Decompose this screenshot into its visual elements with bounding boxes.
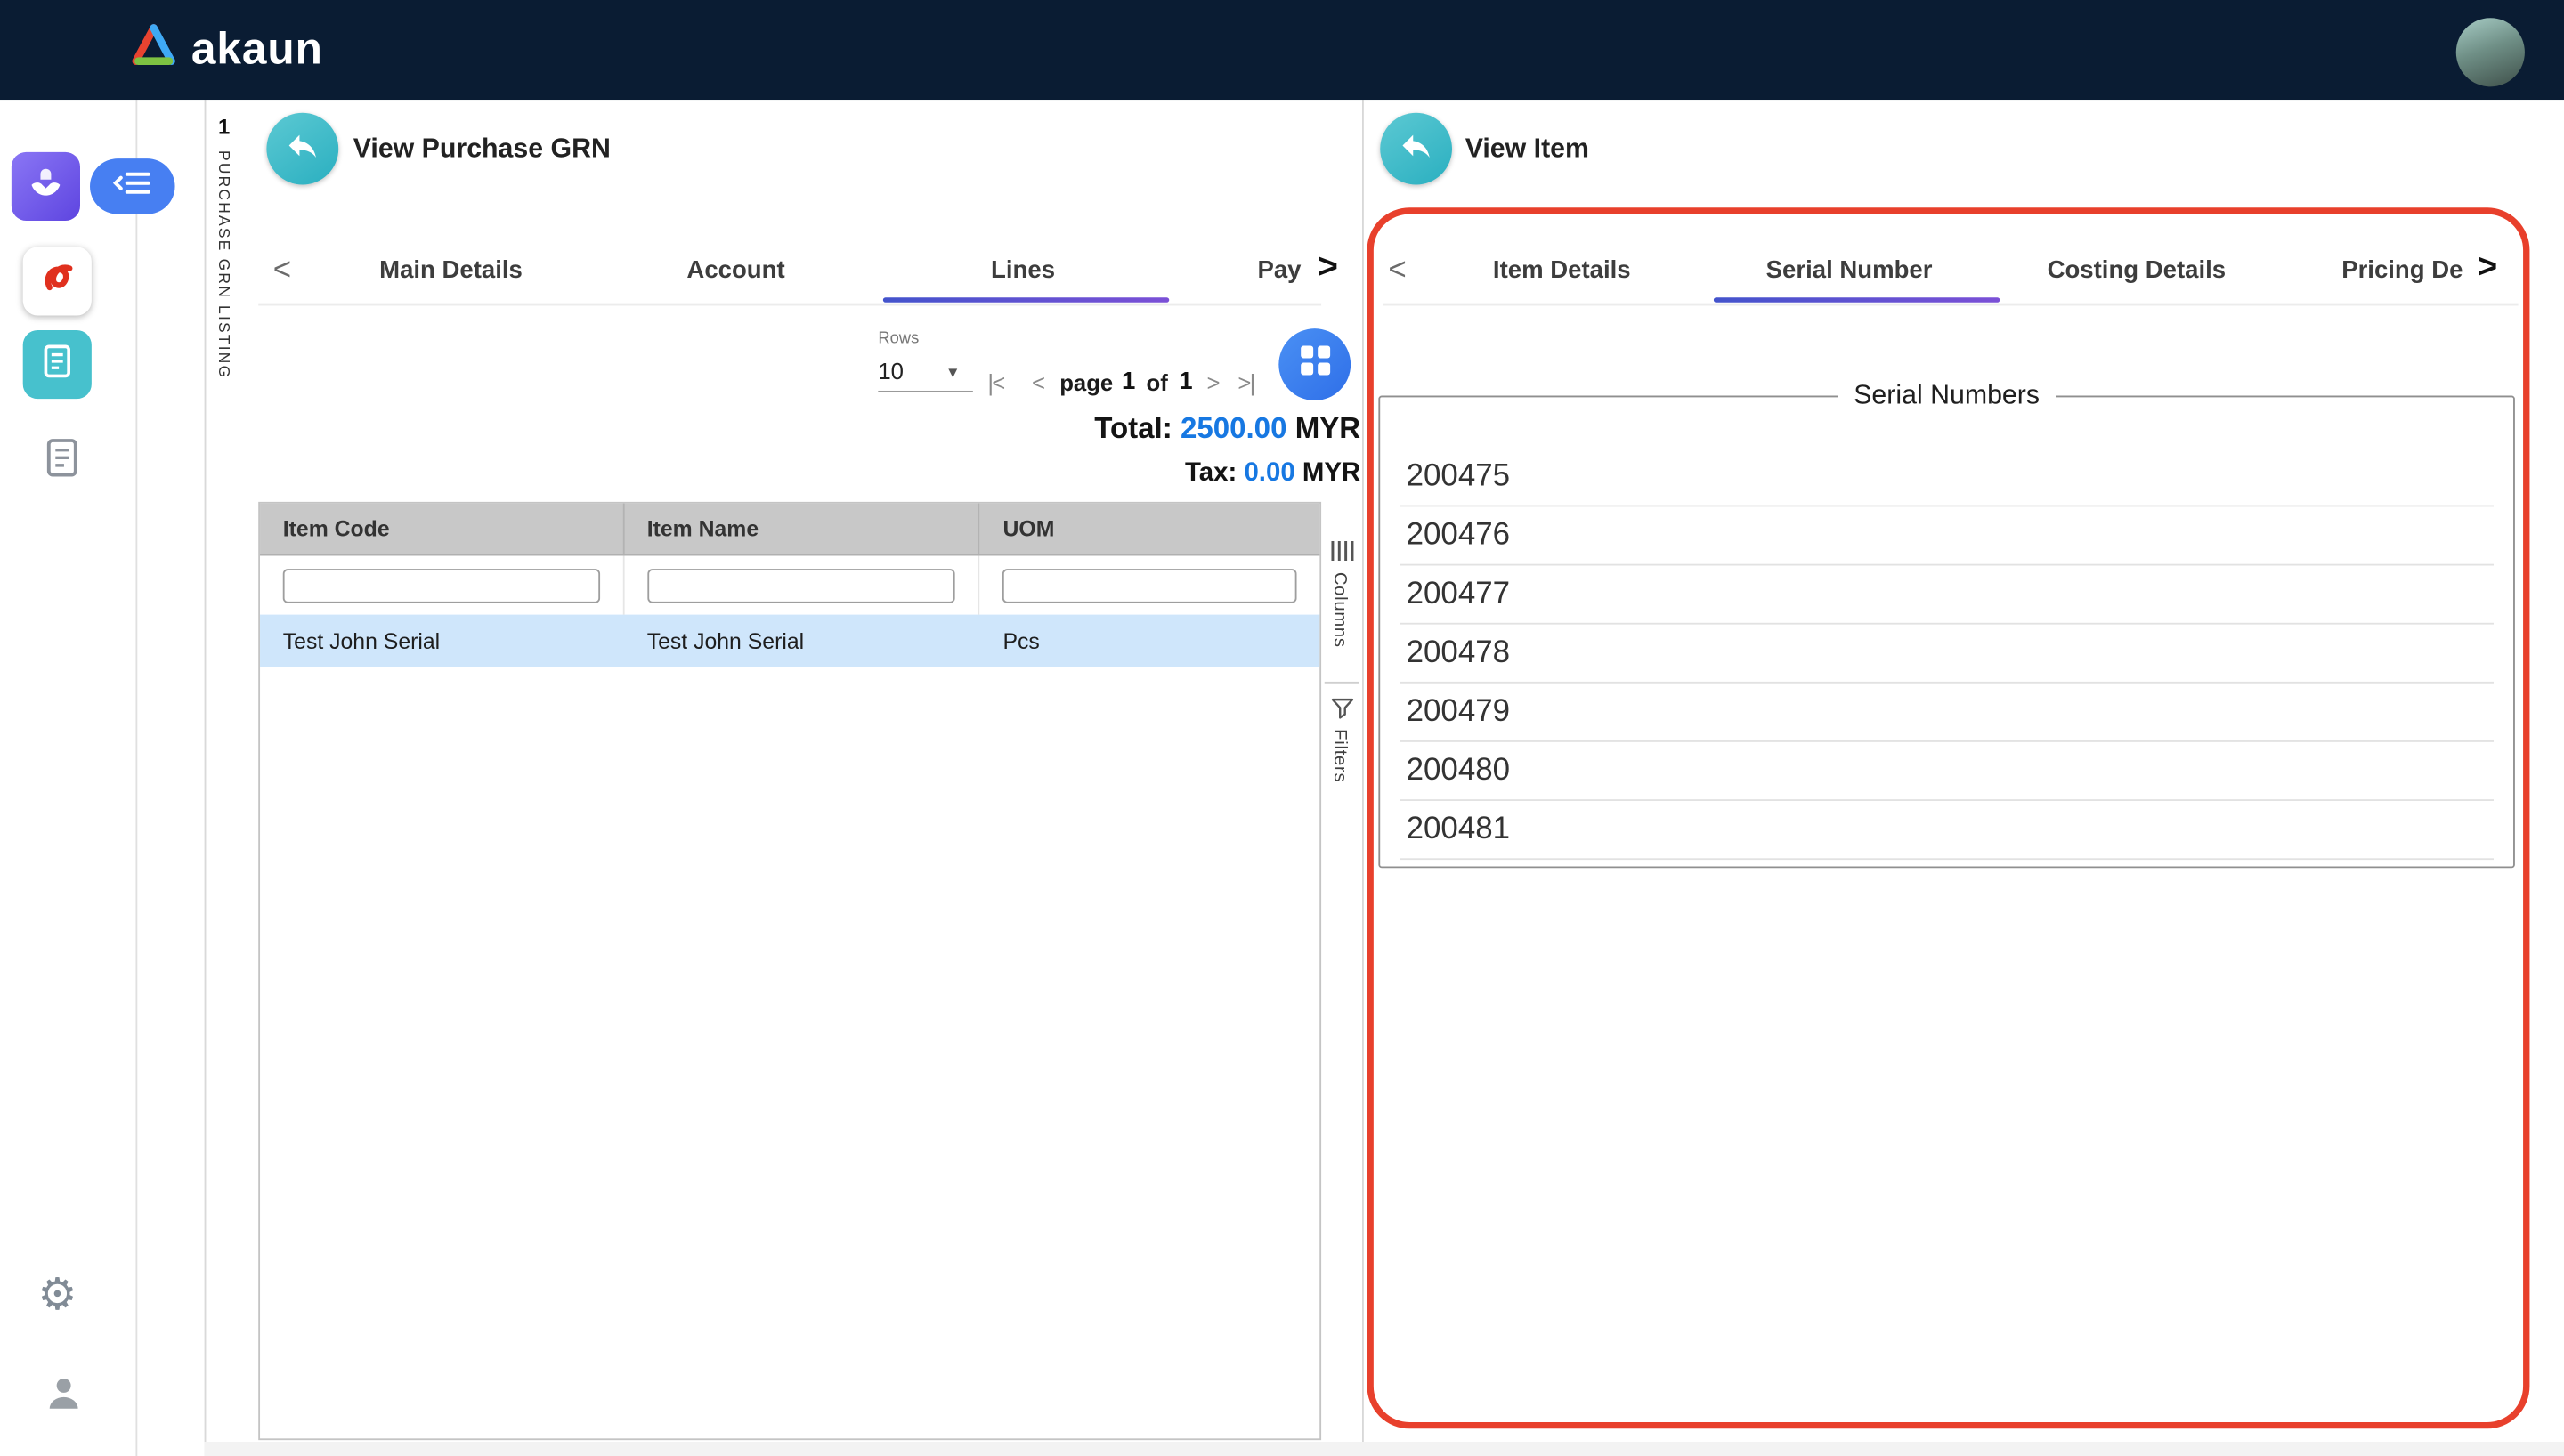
grid-icon <box>1299 345 1330 384</box>
serial-number-item: 200478 <box>1400 625 2495 684</box>
back-button-grn[interactable] <box>266 112 339 185</box>
filter-funnel-icon[interactable] <box>1331 698 1354 727</box>
sidebar-item-procurement[interactable] <box>11 151 80 221</box>
brand-logo[interactable]: akaun <box>127 21 323 77</box>
tab-divider-item <box>1383 303 2519 306</box>
table-filter-row <box>260 555 1320 615</box>
strip-divider <box>1324 681 1359 684</box>
panel-divider <box>1361 100 1364 1456</box>
serial-numbers-legend: Serial Numbers <box>1854 380 2041 411</box>
tab-divider-grn <box>258 303 1322 306</box>
serial-number-item: 200475 <box>1400 448 2495 507</box>
workspace-tab-label: PURCHASE GRN LISTING <box>214 150 232 380</box>
tab-pricing-details[interactable]: Pricing Det <box>2341 256 2463 284</box>
tab-serial-number-active[interactable]: Serial Number <box>1766 256 1933 284</box>
cell-item-name: Test John Serial <box>646 628 805 653</box>
top-bar: akaun <box>0 0 2564 101</box>
rail-divider <box>204 100 207 1456</box>
rows-label: Rows <box>878 330 920 349</box>
tax-label: Tax: <box>1185 459 1237 488</box>
column-header-item-code[interactable]: Item Code <box>260 503 624 554</box>
lines-table: Item Code Item Name UOM Test John Serial… <box>258 501 1322 1441</box>
filter-input-item-name[interactable] <box>646 568 956 603</box>
tabs-scroll-right-item[interactable]: > <box>2478 248 2498 287</box>
tabs-scroll-right-grn[interactable]: > <box>1318 248 1338 287</box>
rows-select-underline <box>878 390 973 392</box>
total-currency: MYR <box>1294 411 1361 445</box>
tab-costing-details[interactable]: Costing Details <box>2048 256 2227 284</box>
caret-down-icon[interactable]: ▾ <box>948 361 957 383</box>
page-word: page <box>1059 369 1114 396</box>
screen: akaun ⚙ 1 PURCHASE GRN LISTING View Purc… <box>0 0 2564 1456</box>
tab-lines-active[interactable]: Lines <box>991 256 1055 284</box>
cell-item-code: Test John Serial <box>282 628 441 653</box>
table-header-row: Item Code Item Name UOM <box>260 503 1320 556</box>
rows-per-page-select[interactable]: 10 <box>878 358 904 384</box>
active-tab-underline-item <box>1713 297 2000 303</box>
page-title-item: View Item <box>1465 133 1589 164</box>
brand-name: akaun <box>191 23 323 73</box>
tabs-scroll-left-grn[interactable]: < <box>273 254 291 289</box>
tax-amount: Tax: 0.00 MYR <box>736 459 1361 489</box>
cell-uom: Pcs <box>1002 628 1040 653</box>
serial-number-item: 200476 <box>1400 506 2495 566</box>
of-word: of <box>1146 369 1168 396</box>
settings-button[interactable]: ⚙ <box>37 1273 77 1318</box>
tab-account[interactable]: Account <box>686 256 784 284</box>
support-button[interactable] <box>43 1371 85 1422</box>
table-row[interactable]: Test John Serial Test John Serial Pcs <box>260 614 1320 667</box>
first-page-button[interactable]: |< <box>987 369 1005 395</box>
total-pages: 1 <box>1179 368 1193 396</box>
tabs-scroll-left-item[interactable]: < <box>1388 254 1406 289</box>
current-page: 1 <box>1121 368 1136 396</box>
tab-main-details[interactable]: Main Details <box>379 256 523 284</box>
serial-number-item: 200481 <box>1400 801 2495 861</box>
back-arrow-icon <box>285 126 320 171</box>
grid-view-button[interactable] <box>1278 328 1351 400</box>
page-title-grn: View Purchase GRN <box>353 133 611 164</box>
document-outline-icon <box>39 439 85 487</box>
app-root: akaun ⚙ 1 PURCHASE GRN LISTING View Purc… <box>0 0 2564 1456</box>
filter-input-item-code[interactable] <box>282 568 600 603</box>
filters-toggle[interactable]: Filters <box>1329 729 1349 782</box>
serial-number-item: 200477 <box>1400 566 2495 625</box>
serial-number-item: 200480 <box>1400 742 2495 801</box>
workspace-tab-index: 1 <box>217 114 231 140</box>
column-header-item-name[interactable]: Item Name <box>624 503 980 554</box>
menu-collapse-icon <box>112 169 152 204</box>
tab-pay[interactable]: Pay <box>1257 256 1312 284</box>
document-icon <box>37 341 77 388</box>
column-header-uom[interactable]: UOM <box>980 504 1319 554</box>
sidebar-item-document[interactable] <box>39 435 85 489</box>
sidebar-item-pdf[interactable] <box>22 247 92 316</box>
filter-input-uom[interactable] <box>1002 568 1297 603</box>
columns-toggle[interactable]: Columns <box>1329 572 1349 648</box>
gear-icon: ⚙ <box>37 1270 77 1320</box>
last-page-button[interactable]: >| <box>1237 369 1255 395</box>
tax-value: 0.00 <box>1244 459 1295 488</box>
active-tab-underline-grn <box>882 297 1170 303</box>
sidebar-divider <box>135 100 138 1456</box>
pdf-icon <box>35 255 80 309</box>
back-button-item[interactable] <box>1380 112 1453 185</box>
tab-item-details[interactable]: Item Details <box>1493 256 1631 284</box>
hands-icon <box>25 161 68 212</box>
prev-page-button[interactable]: < <box>1032 369 1045 395</box>
serial-number-item: 200479 <box>1400 684 2495 742</box>
sidebar-item-listing-active[interactable] <box>22 330 92 400</box>
user-avatar[interactable] <box>2455 18 2525 87</box>
total-amount: Total: 2500.00 MYR <box>736 411 1361 447</box>
back-arrow-icon <box>1398 126 1433 171</box>
brand-triangle-icon <box>127 21 180 77</box>
menu-pin-toggle[interactable] <box>90 158 175 214</box>
total-value: 2500.00 <box>1180 411 1287 445</box>
columns-icon[interactable] <box>1331 539 1354 569</box>
next-page-button[interactable]: > <box>1207 369 1221 395</box>
person-icon <box>43 1378 85 1420</box>
bottom-gutter <box>204 1441 2564 1456</box>
total-label: Total: <box>1094 411 1172 445</box>
serial-numbers-fieldset: Serial Numbers 200475 200476 200477 2004… <box>1378 380 2515 869</box>
tax-currency: MYR <box>1302 459 1361 488</box>
